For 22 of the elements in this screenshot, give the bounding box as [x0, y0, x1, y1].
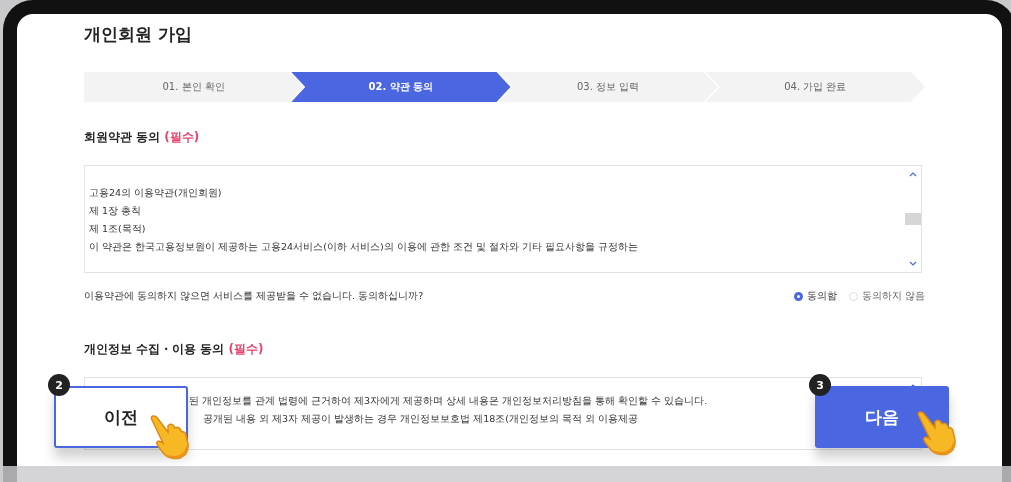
terms-line: 제 1조(목적): [89, 222, 146, 236]
terms-line: 고용24의 이용약관(개인회원): [89, 186, 222, 200]
scroll-up-icon[interactable]: [909, 172, 917, 177]
radio-button[interactable]: [793, 292, 803, 301]
step-tab[interactable]: 02. 약관 동의: [291, 72, 511, 102]
section-heading: 개인정보 수집・이용 동의 (필수): [84, 341, 265, 357]
step-tab[interactable]: 03. 정보 입력: [498, 72, 718, 102]
notice-text: 이용약관에 동의하지 않으면 서비스를 제공받을 수 없습니다. 동의하십니까?: [84, 290, 424, 303]
terms-line: 된 개인정보를 관계 법령에 근거하여 제3자에게 제공하며 상세 내용은 개인정보처리방침을 통해 확인할 수 있습니다.: [189, 394, 708, 408]
radio-label[interactable]: 동의함: [806, 290, 837, 303]
step-tab[interactable]: 01. 본인 확인: [84, 72, 304, 102]
hand-pointer-icon: [915, 410, 959, 456]
hand-pointer-icon: [148, 414, 192, 460]
scrollbar-thumb[interactable]: [905, 213, 921, 225]
terms-line: 공개된 내용 외 제3자 제공이 발생하는 경우 개인정보보호법 제18조(개인정보의 목적 외 이용제공: [203, 412, 639, 426]
terms-line: 이 약관은 한국고용정보원이 제공하는 고용24서비스(이하 서비스)의 이용에 관한 조건 및 절차와 기타 필요사항을 규정하는: [89, 240, 638, 254]
terms-line: 제 1장 총칙: [89, 204, 142, 218]
step-tab[interactable]: 04. 가입 완료: [705, 72, 925, 102]
radio-label[interactable]: 동의하지 않음: [861, 290, 925, 303]
page-title: 개인회원 가입: [84, 23, 193, 46]
scroll-down-icon[interactable]: [909, 261, 917, 266]
section-heading: 회원약관 동의 (필수): [84, 129, 201, 145]
